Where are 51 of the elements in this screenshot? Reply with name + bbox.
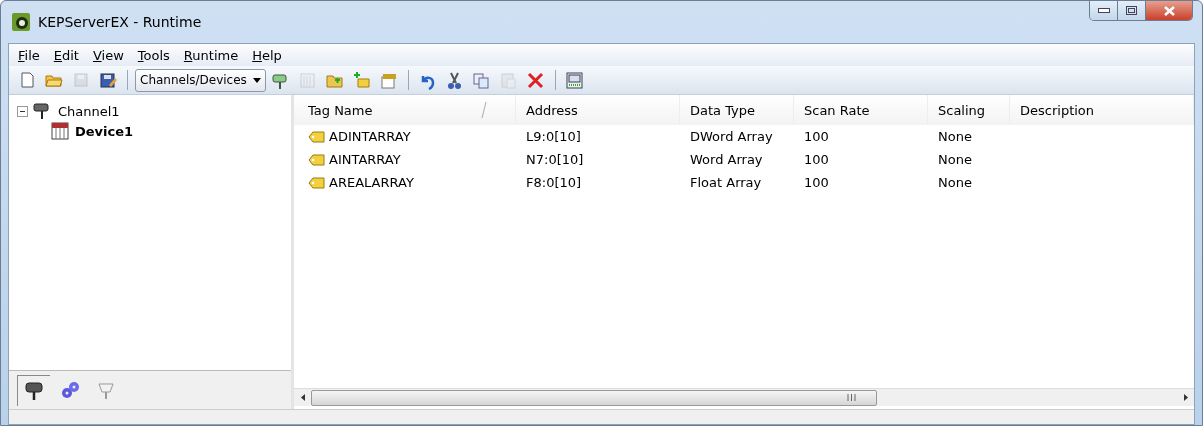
sort-icon	[481, 102, 487, 118]
maximize-button[interactable]	[1118, 1, 1146, 20]
table-cell: 100	[804, 152, 829, 167]
column-header[interactable]: Description	[1010, 95, 1194, 125]
column-header[interactable]: Tag Name	[294, 95, 516, 125]
menu-item[interactable]: Tools	[130, 45, 177, 65]
table-cell: 100	[804, 175, 829, 190]
menu-item[interactable]: View	[85, 45, 131, 65]
table-cell: Float Array	[690, 175, 762, 190]
column-header[interactable]: Data Type	[680, 95, 794, 125]
tree-item[interactable]: Device1	[73, 123, 136, 139]
menu-item[interactable]: Edit	[46, 45, 86, 65]
minimize-button[interactable]	[1090, 1, 1118, 20]
table-cell: DWord Array	[690, 129, 773, 144]
table-cell: Word Array	[690, 152, 763, 167]
column-header[interactable]: Scan Rate	[794, 95, 928, 125]
menu-item[interactable]: File	[11, 45, 47, 65]
table-cell: N7:0[10]	[526, 152, 584, 167]
table-cell: None	[938, 129, 972, 144]
table-cell: None	[938, 152, 972, 167]
menu-item[interactable]: Help	[245, 45, 289, 65]
tag-icon	[308, 130, 325, 143]
tree-item[interactable]: Channel1	[56, 103, 122, 119]
network-plug-icon	[32, 102, 52, 120]
close-button[interactable]	[1146, 1, 1192, 20]
network-plug-icon[interactable]	[17, 374, 50, 406]
table-cell: L9:0[10]	[526, 129, 581, 144]
table-cell: 100	[804, 129, 829, 144]
grip-icon	[847, 394, 856, 401]
scroll-right-icon	[1183, 394, 1188, 401]
grid-icon	[51, 122, 69, 140]
window-title: KEPServerEX - Runtime	[38, 14, 203, 30]
column-header[interactable]: Address	[516, 95, 680, 125]
table-cell: F8:0[10]	[526, 175, 582, 190]
table-cell: AINTARRAY	[329, 152, 401, 167]
menu-item[interactable]: Runtime	[176, 45, 246, 65]
maximize-icon	[1126, 6, 1137, 15]
app-logo-icon	[12, 13, 30, 31]
close-icon	[1163, 5, 1175, 16]
tag-icon	[308, 153, 325, 166]
table-cell: AREALARRAY	[329, 175, 414, 190]
minimize-icon	[1097, 8, 1110, 13]
tag-icon	[308, 176, 325, 189]
caret-icon	[252, 77, 261, 83]
collapse-toggle[interactable]	[17, 105, 28, 117]
column-header[interactable]: Scaling	[928, 95, 1010, 125]
table-cell: ADINTARRAY	[329, 129, 411, 144]
view-dropdown[interactable]: Channels/Devices	[135, 68, 266, 92]
table-cell: None	[938, 175, 972, 190]
column-title: Tag Name	[308, 102, 373, 118]
scroll-left-icon	[300, 394, 305, 401]
